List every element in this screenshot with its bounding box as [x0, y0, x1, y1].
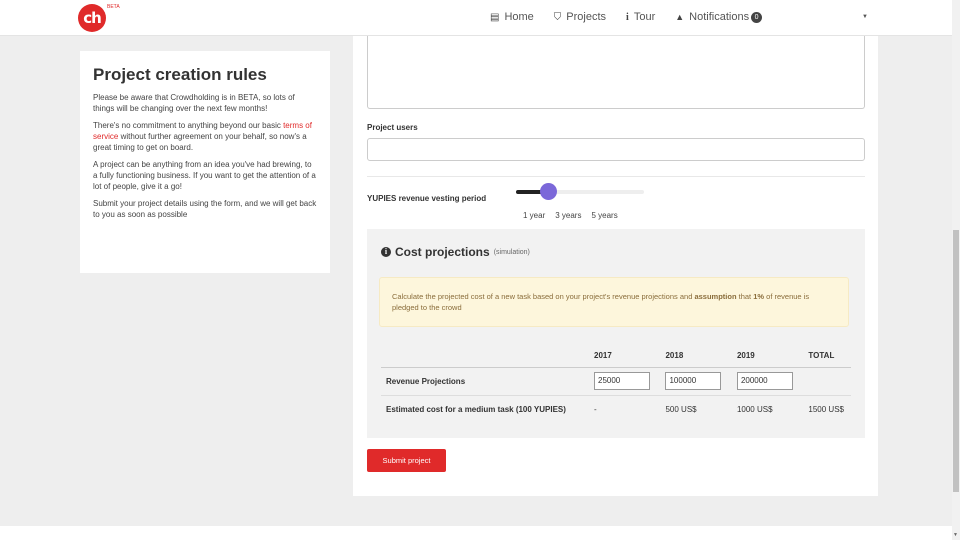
revenue-cell-2019: 200000 [731, 367, 804, 396]
table-header-row: 2017 2018 2019 TOTAL [381, 345, 851, 368]
cost-cell-2018: 500 US$ [665, 404, 697, 414]
nav-notifications-label: Notifications [689, 11, 750, 23]
beta-label: BETA [107, 4, 120, 10]
column-header-2019: 2019 [731, 345, 804, 368]
alert-bold-percent: 1% [753, 292, 765, 301]
projections-table: 2017 2018 2019 TOTAL Revenue Projections… [381, 345, 851, 423]
nav-home-label: Home [504, 11, 534, 23]
nav-home-link[interactable]: ▤ Home [490, 11, 534, 23]
nav-projects-link[interactable]: ⛉ Projects [554, 11, 606, 23]
revenue-cell-2018: 100000 [660, 367, 732, 396]
nav-notifications-link[interactable]: ▲ Notifications 0 [675, 11, 763, 23]
project-users-label: Project users [367, 123, 418, 132]
vesting-slider-ticks: 1 year 3 years 5 years [523, 211, 628, 220]
vesting-tick-3-years: 3 years [555, 211, 582, 220]
column-header-2018: 2018 [660, 345, 732, 368]
page-scrollbar[interactable]: ▼ [952, 0, 960, 540]
submit-project-button[interactable]: Submit project [367, 449, 446, 472]
scrollbar-thumb[interactable] [953, 230, 959, 492]
column-header-blank [381, 345, 589, 368]
table-row-revenue: Revenue Projections 25000 100000 200000 [381, 367, 851, 396]
table-row-cost: Estimated cost for a medium task (100 YU… [381, 395, 851, 423]
cost-projections-panel: i Cost projections (simulation) Calculat… [367, 229, 865, 438]
bell-icon: ▲ [675, 12, 685, 22]
info-icon: i [381, 247, 391, 257]
alert-bold-assumption: assumption [694, 292, 737, 301]
form-divider [367, 176, 865, 177]
alert-text-1: Calculate the projected cost of a new ta… [392, 292, 695, 301]
rules-paragraph-terms: There's no commitment to anything beyond… [93, 120, 317, 153]
revenue-2017-input[interactable]: 25000 [594, 372, 650, 390]
rules-terms-after: without further agreement on your behalf… [93, 132, 307, 152]
rules-paragraph-beta: Please be aware that Crowdholding is in … [93, 93, 295, 113]
revenue-row-label: Revenue Projections [381, 367, 589, 396]
notifications-count-badge: 0 [751, 11, 763, 23]
tour-icon: i [626, 11, 629, 23]
cost-projections-title: i Cost projections (simulation) [381, 245, 530, 259]
revenue-2018-input[interactable]: 100000 [665, 372, 722, 390]
vesting-tick-1-year: 1 year [523, 211, 546, 220]
nav-tour-link[interactable]: i Tour [626, 11, 655, 23]
rules-terms-before: There's no commitment to anything beyond… [93, 121, 284, 130]
top-navbar: ch BETA ▤ Home ⛉ Projects i Tour ▲ Notif… [0, 0, 952, 36]
revenue-cell-2017: 25000 [589, 367, 661, 396]
user-menu-caret-icon[interactable]: ▼ [862, 14, 868, 20]
project-users-input[interactable] [367, 138, 865, 161]
nav-tour-label: Tour [633, 11, 656, 23]
column-header-total: TOTAL [803, 345, 851, 368]
cost-subtitle: (simulation) [493, 248, 530, 256]
vesting-slider-handle[interactable] [540, 183, 557, 200]
column-header-2017: 2017 [589, 345, 661, 368]
cost-cell-2019: 1000 US$ [736, 404, 773, 414]
cost-cell-total: 1500 US$ [808, 404, 844, 414]
revenue-cell-total [803, 367, 851, 396]
projects-icon: ⛉ [553, 11, 562, 23]
cost-cell-2017: - [594, 404, 597, 414]
rules-title: Project creation rules [93, 65, 267, 84]
nav-links: ▤ Home ⛉ Projects i Tour ▲ Notifications… [490, 11, 782, 23]
project-form-card: Project users YUPIES revenue vesting per… [353, 36, 878, 496]
vesting-tick-5-years: 5 years [591, 211, 618, 220]
project-rules-card: Project creation rules Please be aware t… [80, 51, 330, 273]
rules-paragraph-project: A project can be anything from an idea y… [93, 160, 316, 191]
alert-text-2: that [736, 292, 754, 301]
project-description-textarea[interactable] [367, 36, 865, 109]
vesting-period-label: YUPIES revenue vesting period [367, 194, 487, 203]
cost-info-alert: Calculate the projected cost of a new ta… [379, 277, 849, 327]
revenue-2019-input[interactable]: 200000 [736, 372, 793, 390]
footer-strip [0, 526, 952, 540]
vesting-period-slider[interactable] [516, 183, 644, 200]
crowdholding-logo[interactable]: ch [78, 4, 106, 32]
cost-title-text: Cost projections [395, 245, 490, 259]
nav-projects-label: Projects [566, 11, 607, 23]
home-icon: ▤ [490, 11, 500, 23]
rules-paragraph-submit: Submit your project details using the fo… [93, 199, 317, 219]
cost-row-label: Estimated cost for a medium task (100 YU… [386, 404, 566, 414]
scroll-down-arrow-icon[interactable]: ▼ [953, 532, 958, 538]
